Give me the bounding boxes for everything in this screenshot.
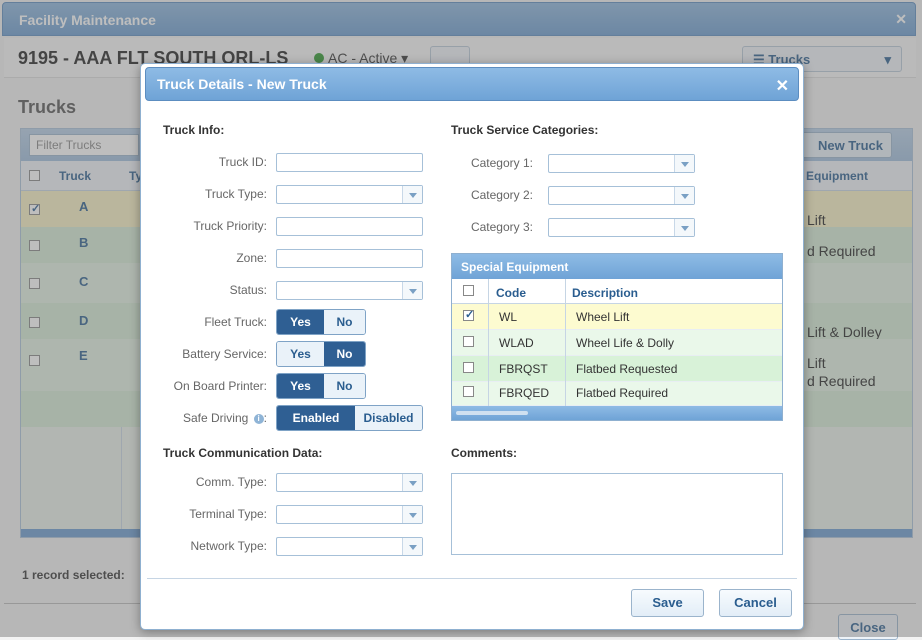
on-board-printer-label: On Board Printer: bbox=[173, 379, 267, 393]
comm-type-label: Comm. Type: bbox=[195, 475, 267, 489]
save-button[interactable]: Save bbox=[631, 589, 704, 617]
comm-data-title: Truck Communication Data: bbox=[163, 446, 323, 460]
scrollbar-thumb[interactable] bbox=[456, 411, 528, 415]
battery-service-no[interactable]: No bbox=[324, 342, 365, 366]
special-equipment-header: Special Equipment bbox=[452, 254, 782, 279]
column-divider bbox=[565, 279, 566, 407]
category-2-select[interactable] bbox=[548, 186, 695, 205]
equipment-code: FBRQED bbox=[499, 386, 550, 400]
network-type-select[interactable] bbox=[276, 537, 423, 556]
row-checkbox[interactable] bbox=[463, 308, 474, 321]
equipment-description: Flatbed Required bbox=[576, 386, 669, 400]
col-code[interactable]: Code bbox=[496, 286, 526, 300]
safe-driving-enabled[interactable]: Enabled bbox=[277, 406, 355, 430]
special-equipment-columns: Code Description bbox=[452, 279, 782, 304]
comm-type-select[interactable] bbox=[276, 473, 423, 492]
truck-id-label: Truck ID: bbox=[218, 155, 267, 169]
safe-driving-label: Safe Driving i: bbox=[182, 411, 267, 425]
truck-type-label: Truck Type: bbox=[204, 187, 267, 201]
info-icon[interactable]: i bbox=[253, 413, 264, 424]
status-select[interactable] bbox=[276, 281, 423, 300]
row-checkbox[interactable] bbox=[463, 362, 474, 373]
chevron-down-icon[interactable] bbox=[402, 538, 422, 555]
chevron-down-icon[interactable] bbox=[402, 474, 422, 491]
equipment-code: WLAD bbox=[499, 336, 534, 350]
truck-details-modal: Truck Details - New Truck ✕ Truck Info: … bbox=[140, 63, 804, 630]
special-equipment-scrollbar[interactable] bbox=[452, 406, 782, 420]
chevron-down-icon[interactable] bbox=[674, 219, 694, 236]
fleet-truck-label: Fleet Truck: bbox=[204, 315, 267, 329]
battery-service-yes[interactable]: Yes bbox=[277, 342, 324, 366]
truck-priority-label: Truck Priority: bbox=[193, 219, 267, 233]
col-description[interactable]: Description bbox=[572, 286, 638, 300]
truck-priority-input[interactable] bbox=[276, 217, 423, 236]
zone-input[interactable] bbox=[276, 249, 423, 268]
special-equipment-grid: Special Equipment Code Description WL Wh… bbox=[451, 253, 783, 421]
terminal-type-select[interactable] bbox=[276, 505, 423, 524]
on-board-printer-toggle[interactable]: Yes No bbox=[276, 373, 366, 399]
modal-titlebar: Truck Details - New Truck ✕ bbox=[145, 67, 799, 101]
zone-label: Zone: bbox=[236, 251, 267, 265]
network-type-label: Network Type: bbox=[190, 539, 267, 553]
truck-type-select[interactable] bbox=[276, 185, 423, 204]
chevron-down-icon[interactable] bbox=[402, 186, 422, 203]
chevron-down-icon[interactable] bbox=[402, 506, 422, 523]
truck-info-title: Truck Info: bbox=[163, 123, 225, 137]
fleet-truck-toggle[interactable]: Yes No bbox=[276, 309, 366, 335]
terminal-type-label: Terminal Type: bbox=[189, 507, 267, 521]
chevron-down-icon[interactable] bbox=[674, 155, 694, 172]
list-item[interactable]: FBRQED Flatbed Required bbox=[452, 382, 782, 406]
category-3-label: Category 3: bbox=[470, 220, 533, 234]
chevron-down-icon[interactable] bbox=[674, 187, 694, 204]
fleet-truck-no[interactable]: No bbox=[324, 310, 365, 334]
category-2-label: Category 2: bbox=[470, 188, 533, 202]
comments-title: Comments: bbox=[451, 446, 518, 460]
modal-footer-divider bbox=[147, 578, 797, 579]
category-1-label: Category 1: bbox=[470, 156, 533, 170]
list-item[interactable]: FBRQST Flatbed Requested bbox=[452, 356, 782, 382]
fleet-truck-yes[interactable]: Yes bbox=[277, 310, 324, 334]
list-item[interactable]: WL Wheel Lift bbox=[452, 304, 782, 330]
list-item[interactable]: WLAD Wheel Life & Dolly bbox=[452, 330, 782, 356]
equipment-description: Flatbed Requested bbox=[576, 362, 678, 376]
row-checkbox[interactable] bbox=[463, 386, 474, 397]
equipment-code: WL bbox=[499, 310, 517, 324]
battery-service-label: Battery Service: bbox=[182, 347, 267, 361]
battery-service-toggle[interactable]: Yes No bbox=[276, 341, 366, 367]
on-board-printer-yes[interactable]: Yes bbox=[277, 374, 324, 398]
status-label: Status: bbox=[229, 283, 267, 297]
equipment-code: FBRQST bbox=[499, 362, 548, 376]
column-divider bbox=[488, 279, 489, 407]
safe-driving-disabled[interactable]: Disabled bbox=[355, 406, 422, 430]
comments-textarea[interactable] bbox=[451, 473, 783, 555]
equipment-description: Wheel Life & Dolly bbox=[576, 336, 675, 350]
on-board-printer-no[interactable]: No bbox=[324, 374, 365, 398]
row-checkbox[interactable] bbox=[463, 336, 474, 347]
cancel-button[interactable]: Cancel bbox=[719, 589, 792, 617]
safe-driving-label-text: Safe Driving bbox=[182, 411, 249, 425]
special-equipment-title: Special Equipment bbox=[461, 260, 569, 274]
chevron-down-icon[interactable] bbox=[402, 282, 422, 299]
modal-close-icon[interactable]: ✕ bbox=[776, 76, 789, 96]
safe-driving-toggle[interactable]: Enabled Disabled bbox=[276, 405, 423, 431]
truck-id-input[interactable] bbox=[276, 153, 423, 172]
category-3-select[interactable] bbox=[548, 218, 695, 237]
service-categories-title: Truck Service Categories: bbox=[451, 123, 599, 137]
modal-title: Truck Details - New Truck bbox=[157, 76, 327, 92]
equipment-description: Wheel Lift bbox=[576, 310, 630, 324]
select-all-checkbox[interactable] bbox=[463, 285, 474, 296]
category-1-select[interactable] bbox=[548, 154, 695, 173]
